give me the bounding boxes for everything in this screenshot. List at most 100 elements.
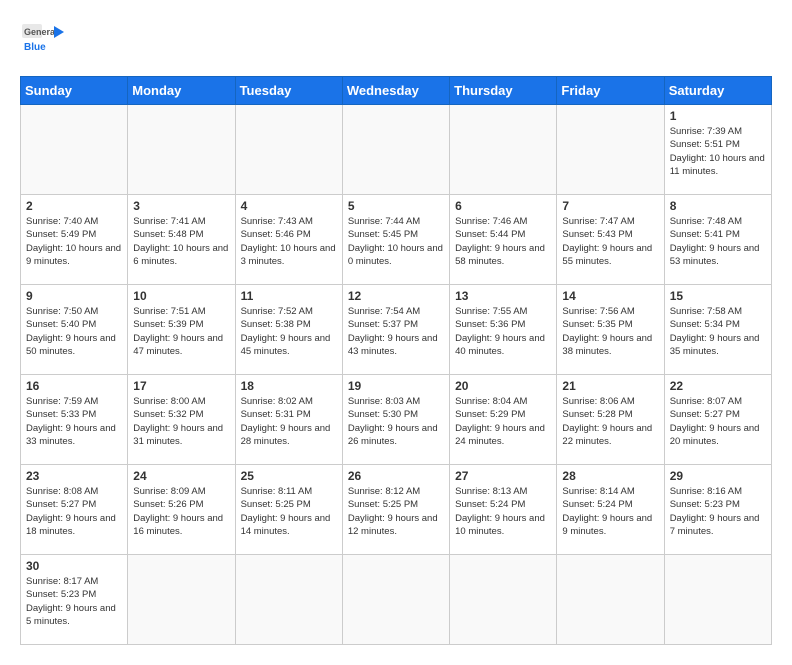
day-number: 23: [26, 469, 122, 483]
day-info: Sunrise: 8:04 AM Sunset: 5:29 PM Dayligh…: [455, 395, 551, 448]
day-info: Sunrise: 8:13 AM Sunset: 5:24 PM Dayligh…: [455, 485, 551, 538]
calendar-day-cell: 19 Sunrise: 8:03 AM Sunset: 5:30 PM Dayli…: [342, 375, 449, 465]
day-number: 10: [133, 289, 229, 303]
calendar-day-cell: 11 Sunrise: 7:52 AM Sunset: 5:38 PM Dayli…: [235, 285, 342, 375]
calendar-week-row: 30Sunrise: 8:17 AM Sunset: 5:23 PM Dayli…: [21, 555, 772, 645]
calendar-day-cell: 7 Sunrise: 7:47 AM Sunset: 5:43 PM Daylig…: [557, 195, 664, 285]
day-number: 17: [133, 379, 229, 393]
day-number: 29: [670, 469, 766, 483]
svg-text:General: General: [24, 27, 58, 37]
day-number: 6: [455, 199, 551, 213]
calendar-day-cell: 5 Sunrise: 7:44 AM Sunset: 5:45 PM Daylig…: [342, 195, 449, 285]
calendar-day-cell: [342, 555, 449, 645]
calendar-day-cell: [342, 105, 449, 195]
calendar-day-cell: 16 Sunrise: 7:59 AM Sunset: 5:33 PM Dayli…: [21, 375, 128, 465]
calendar-day-cell: 25Sunrise: 8:11 AM Sunset: 5:25 PM Dayli…: [235, 465, 342, 555]
calendar-day-cell: [664, 555, 771, 645]
logo-svg: General Blue: [20, 20, 70, 60]
calendar-day-cell: 3 Sunrise: 7:41 AM Sunset: 5:48 PM Daylig…: [128, 195, 235, 285]
calendar-day-cell: [235, 555, 342, 645]
day-info: Sunrise: 7:41 AM Sunset: 5:48 PM Dayligh…: [133, 215, 229, 268]
calendar-day-cell: [557, 555, 664, 645]
day-info: Sunrise: 7:56 AM Sunset: 5:35 PM Dayligh…: [562, 305, 658, 358]
day-number: 3: [133, 199, 229, 213]
day-number: 26: [348, 469, 444, 483]
day-info: Sunrise: 8:14 AM Sunset: 5:24 PM Dayligh…: [562, 485, 658, 538]
day-info: Sunrise: 7:47 AM Sunset: 5:43 PM Dayligh…: [562, 215, 658, 268]
day-number: 1: [670, 109, 766, 123]
day-info: Sunrise: 8:09 AM Sunset: 5:26 PM Dayligh…: [133, 485, 229, 538]
day-info: Sunrise: 7:40 AM Sunset: 5:49 PM Dayligh…: [26, 215, 122, 268]
day-of-week-header: Wednesday: [342, 77, 449, 105]
calendar-day-cell: 1 Sunrise: 7:39 AM Sunset: 5:51 PM Daylig…: [664, 105, 771, 195]
day-number: 2: [26, 199, 122, 213]
day-number: 22: [670, 379, 766, 393]
calendar-day-cell: 8 Sunrise: 7:48 AM Sunset: 5:41 PM Daylig…: [664, 195, 771, 285]
day-number: 8: [670, 199, 766, 213]
calendar-day-cell: 15 Sunrise: 7:58 AM Sunset: 5:34 PM Dayli…: [664, 285, 771, 375]
day-info: Sunrise: 7:55 AM Sunset: 5:36 PM Dayligh…: [455, 305, 551, 358]
calendar-day-cell: 13 Sunrise: 7:55 AM Sunset: 5:36 PM Dayli…: [450, 285, 557, 375]
calendar-day-cell: 23Sunrise: 8:08 AM Sunset: 5:27 PM Dayli…: [21, 465, 128, 555]
day-number: 15: [670, 289, 766, 303]
calendar-day-cell: [450, 105, 557, 195]
calendar-week-row: 1 Sunrise: 7:39 AM Sunset: 5:51 PM Daylig…: [21, 105, 772, 195]
day-number: 24: [133, 469, 229, 483]
calendar-day-cell: 18 Sunrise: 8:02 AM Sunset: 5:31 PM Dayli…: [235, 375, 342, 465]
day-number: 11: [241, 289, 337, 303]
calendar-day-cell: [557, 105, 664, 195]
day-info: Sunrise: 8:07 AM Sunset: 5:27 PM Dayligh…: [670, 395, 766, 448]
day-info: Sunrise: 7:58 AM Sunset: 5:34 PM Dayligh…: [670, 305, 766, 358]
day-info: Sunrise: 8:11 AM Sunset: 5:25 PM Dayligh…: [241, 485, 337, 538]
day-number: 13: [455, 289, 551, 303]
calendar-day-cell: 20Sunrise: 8:04 AM Sunset: 5:29 PM Dayli…: [450, 375, 557, 465]
day-number: 21: [562, 379, 658, 393]
calendar-header-row: SundayMondayTuesdayWednesdayThursdayFrid…: [21, 77, 772, 105]
page-header: General Blue: [20, 20, 772, 60]
day-number: 28: [562, 469, 658, 483]
calendar-day-cell: [235, 105, 342, 195]
day-info: Sunrise: 7:59 AM Sunset: 5:33 PM Dayligh…: [26, 395, 122, 448]
calendar-day-cell: 10Sunrise: 7:51 AM Sunset: 5:39 PM Dayli…: [128, 285, 235, 375]
day-number: 18: [241, 379, 337, 393]
calendar-day-cell: 24 Sunrise: 8:09 AM Sunset: 5:26 PM Dayli…: [128, 465, 235, 555]
calendar-day-cell: 26Sunrise: 8:12 AM Sunset: 5:25 PM Dayli…: [342, 465, 449, 555]
calendar-day-cell: 29 Sunrise: 8:16 AM Sunset: 5:23 PM Dayli…: [664, 465, 771, 555]
calendar-day-cell: 22 Sunrise: 8:07 AM Sunset: 5:27 PM Dayli…: [664, 375, 771, 465]
calendar-day-cell: 4Sunrise: 7:43 AM Sunset: 5:46 PM Daylig…: [235, 195, 342, 285]
calendar-week-row: 23Sunrise: 8:08 AM Sunset: 5:27 PM Dayli…: [21, 465, 772, 555]
calendar-day-cell: [128, 105, 235, 195]
calendar-day-cell: [450, 555, 557, 645]
day-info: Sunrise: 7:46 AM Sunset: 5:44 PM Dayligh…: [455, 215, 551, 268]
calendar-day-cell: 9Sunrise: 7:50 AM Sunset: 5:40 PM Daylig…: [21, 285, 128, 375]
calendar-day-cell: 28 Sunrise: 8:14 AM Sunset: 5:24 PM Dayli…: [557, 465, 664, 555]
svg-text:Blue: Blue: [24, 42, 46, 53]
day-info: Sunrise: 7:52 AM Sunset: 5:38 PM Dayligh…: [241, 305, 337, 358]
day-info: Sunrise: 8:16 AM Sunset: 5:23 PM Dayligh…: [670, 485, 766, 538]
day-number: 27: [455, 469, 551, 483]
day-of-week-header: Saturday: [664, 77, 771, 105]
day-info: Sunrise: 8:02 AM Sunset: 5:31 PM Dayligh…: [241, 395, 337, 448]
calendar-day-cell: 17 Sunrise: 8:00 AM Sunset: 5:32 PM Dayli…: [128, 375, 235, 465]
calendar-day-cell: 21Sunrise: 8:06 AM Sunset: 5:28 PM Dayli…: [557, 375, 664, 465]
day-of-week-header: Thursday: [450, 77, 557, 105]
day-info: Sunrise: 8:00 AM Sunset: 5:32 PM Dayligh…: [133, 395, 229, 448]
day-info: Sunrise: 7:43 AM Sunset: 5:46 PM Dayligh…: [241, 215, 337, 268]
day-info: Sunrise: 7:39 AM Sunset: 5:51 PM Dayligh…: [670, 125, 766, 178]
day-number: 16: [26, 379, 122, 393]
day-number: 14: [562, 289, 658, 303]
day-of-week-header: Tuesday: [235, 77, 342, 105]
logo: General Blue: [20, 20, 70, 60]
day-info: Sunrise: 7:44 AM Sunset: 5:45 PM Dayligh…: [348, 215, 444, 268]
day-number: 5: [348, 199, 444, 213]
day-number: 9: [26, 289, 122, 303]
day-info: Sunrise: 8:03 AM Sunset: 5:30 PM Dayligh…: [348, 395, 444, 448]
calendar-table: SundayMondayTuesdayWednesdayThursdayFrid…: [20, 76, 772, 645]
calendar-week-row: 16 Sunrise: 7:59 AM Sunset: 5:33 PM Dayli…: [21, 375, 772, 465]
calendar-week-row: 9Sunrise: 7:50 AM Sunset: 5:40 PM Daylig…: [21, 285, 772, 375]
day-number: 19: [348, 379, 444, 393]
day-info: Sunrise: 8:17 AM Sunset: 5:23 PM Dayligh…: [26, 575, 122, 628]
day-number: 7: [562, 199, 658, 213]
day-number: 12: [348, 289, 444, 303]
day-info: Sunrise: 7:48 AM Sunset: 5:41 PM Dayligh…: [670, 215, 766, 268]
